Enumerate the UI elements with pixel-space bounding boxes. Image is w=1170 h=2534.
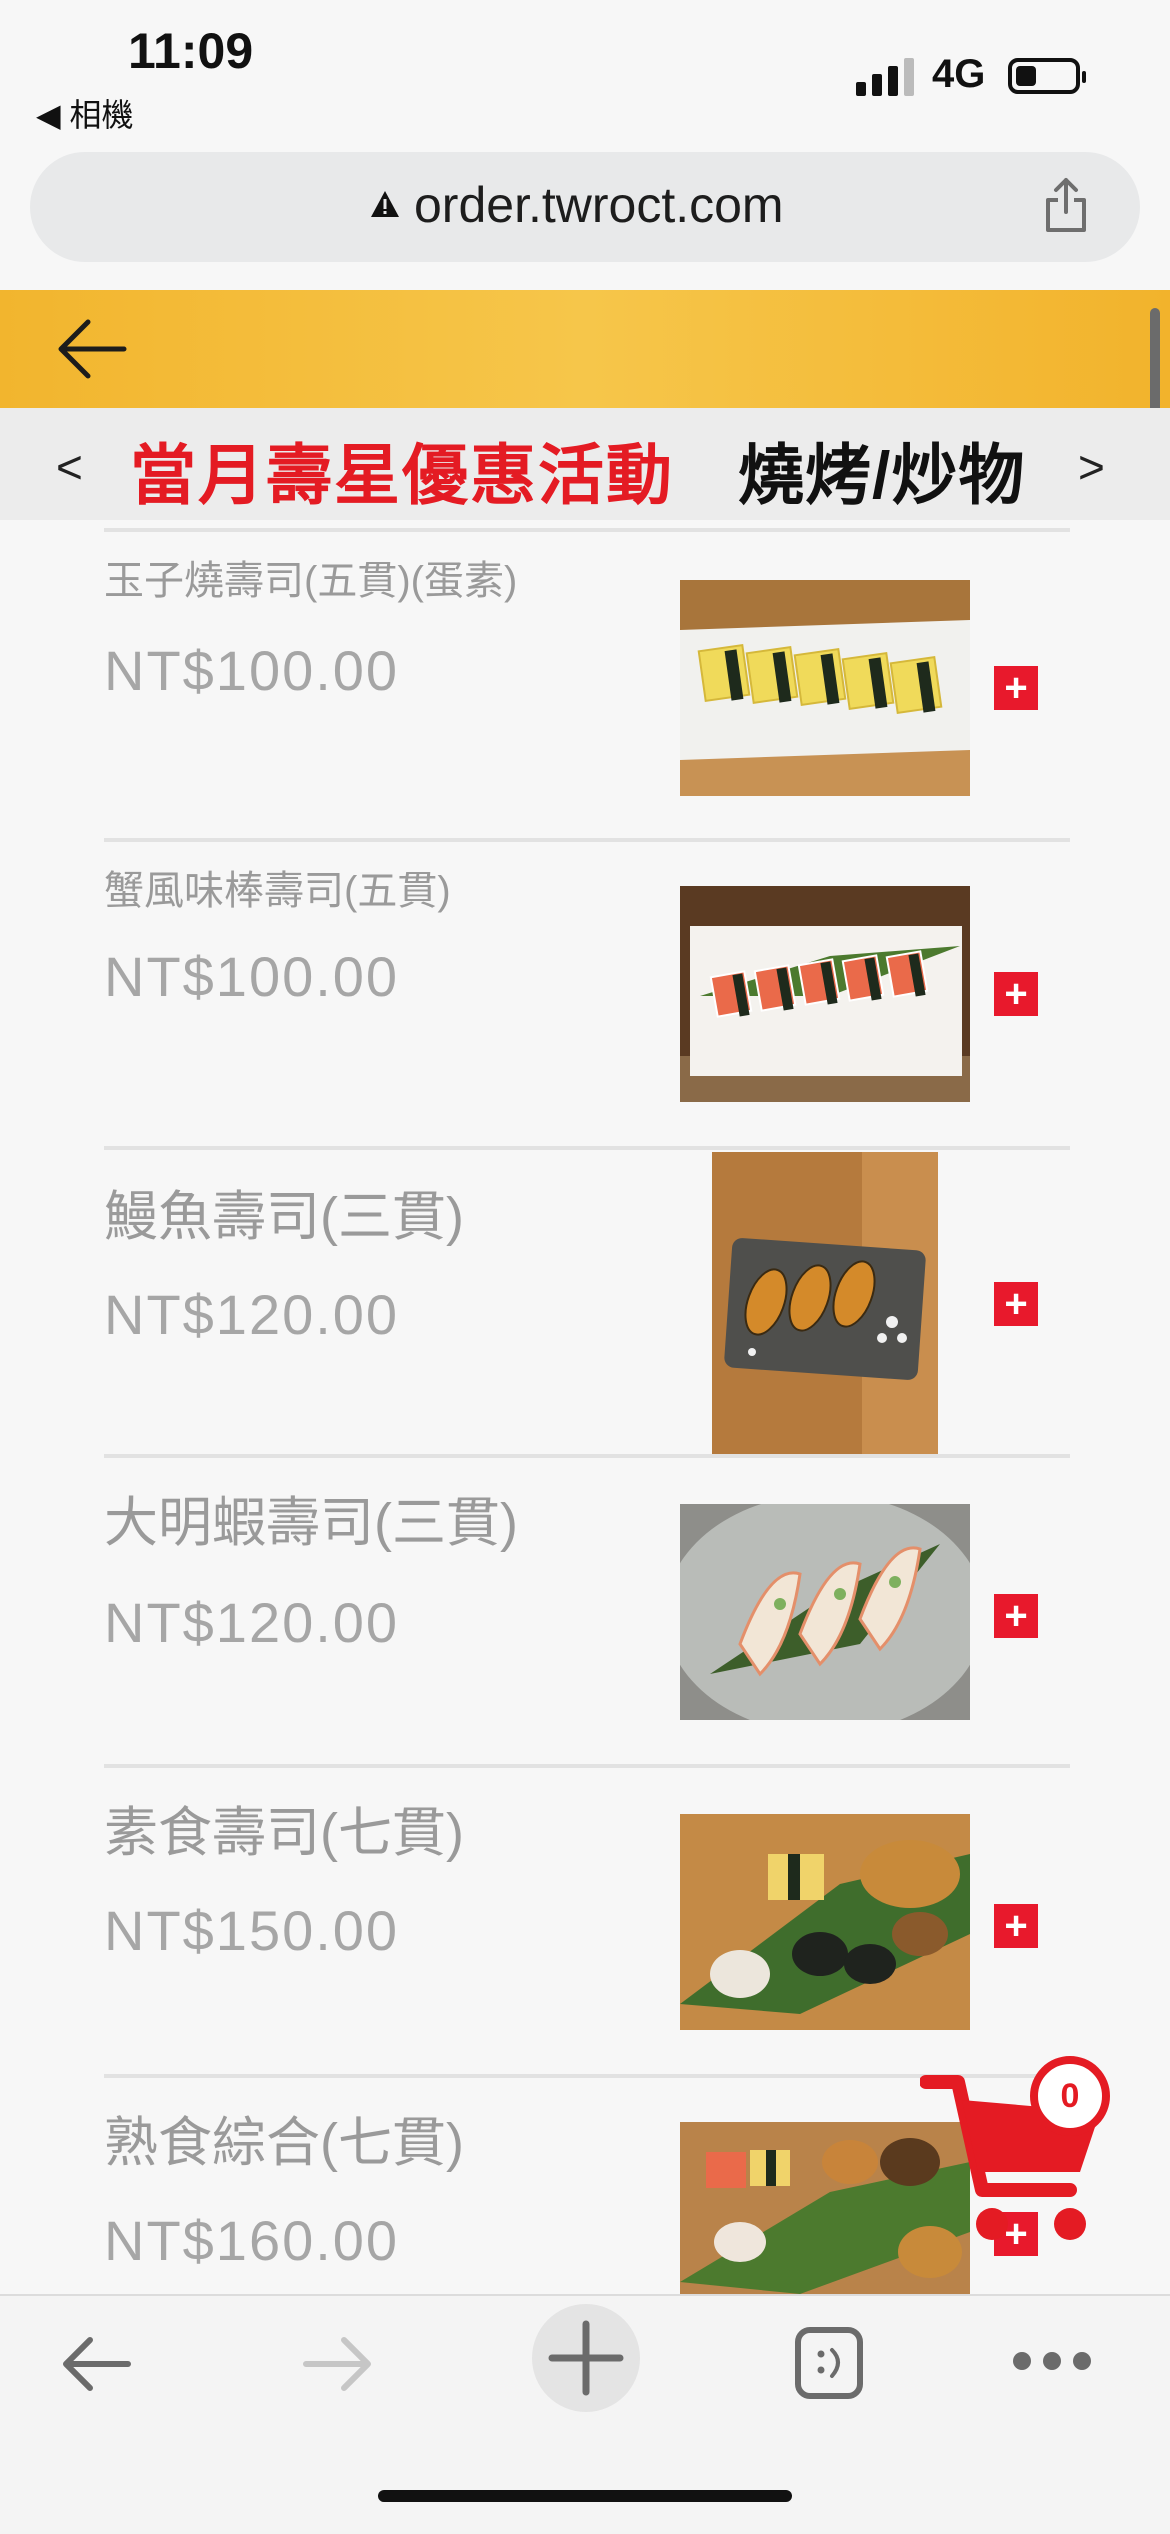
- home-indicator[interactable]: [378, 2490, 792, 2502]
- header-bar: [0, 290, 1170, 408]
- item-photo[interactable]: [680, 1814, 970, 2030]
- item-name[interactable]: 鰻魚壽司(三貫): [104, 1172, 464, 1251]
- item-name[interactable]: 熟食綜合(七貫): [104, 2098, 464, 2177]
- item-photo[interactable]: [712, 1152, 938, 1454]
- divider: [104, 838, 1070, 842]
- item-photo[interactable]: [680, 886, 970, 1102]
- back-arrow-icon[interactable]: [56, 318, 128, 380]
- item-name[interactable]: 素食壽司(七貫): [104, 1788, 464, 1867]
- category-prev-button[interactable]: <: [56, 440, 83, 494]
- item-price: NT$160.00: [104, 2209, 400, 2272]
- network-type: 4G: [932, 52, 986, 96]
- cart-count-badge[interactable]: 0: [1030, 2056, 1110, 2136]
- add-to-cart-button[interactable]: +: [994, 1594, 1038, 1638]
- url-text[interactable]: order.twroct.com: [414, 176, 784, 234]
- category-next-tab[interactable]: 燒烤/炒物: [738, 422, 1025, 518]
- toolbar-back-icon[interactable]: [60, 2334, 132, 2394]
- item-price: NT$120.00: [104, 1283, 400, 1346]
- item-name[interactable]: 蟹風味棒壽司(五貫): [104, 858, 451, 916]
- item-photo[interactable]: [680, 580, 970, 796]
- divider: [104, 1146, 1070, 1150]
- battery-icon: [1008, 58, 1086, 94]
- add-to-cart-button[interactable]: +: [994, 666, 1038, 710]
- return-to-camera-link[interactable]: ◀ 相機: [36, 90, 134, 136]
- divider: [104, 1764, 1070, 1768]
- divider: [104, 528, 1070, 532]
- signal-icon: [856, 56, 916, 96]
- add-to-cart-button[interactable]: +: [994, 1282, 1038, 1326]
- status-time: 11:09: [128, 23, 254, 79]
- share-icon[interactable]: [1044, 176, 1088, 234]
- toolbar-tabs-icon[interactable]: [794, 2326, 864, 2400]
- category-active-tab[interactable]: 當月壽星優惠活動: [130, 422, 674, 518]
- divider: [104, 1454, 1070, 1458]
- toolbar-forward-icon[interactable]: [302, 2334, 374, 2394]
- item-price: NT$150.00: [104, 1899, 400, 1962]
- toolbar-more-icon[interactable]: [1010, 2348, 1094, 2374]
- item-price: NT$100.00: [104, 639, 400, 702]
- add-to-cart-button[interactable]: +: [994, 972, 1038, 1016]
- item-photo[interactable]: [680, 1504, 970, 1720]
- toolbar-plus-icon[interactable]: [530, 2302, 642, 2414]
- warning-icon: [371, 191, 399, 217]
- item-price: NT$120.00: [104, 1591, 400, 1654]
- add-to-cart-button[interactable]: +: [994, 1904, 1038, 1948]
- item-name[interactable]: 大明蝦壽司(三貫): [104, 1478, 518, 1557]
- item-price: NT$100.00: [104, 945, 400, 1008]
- item-name[interactable]: 玉子燒壽司(五貫)(蛋素): [104, 548, 517, 606]
- category-next-button[interactable]: >: [1078, 440, 1105, 494]
